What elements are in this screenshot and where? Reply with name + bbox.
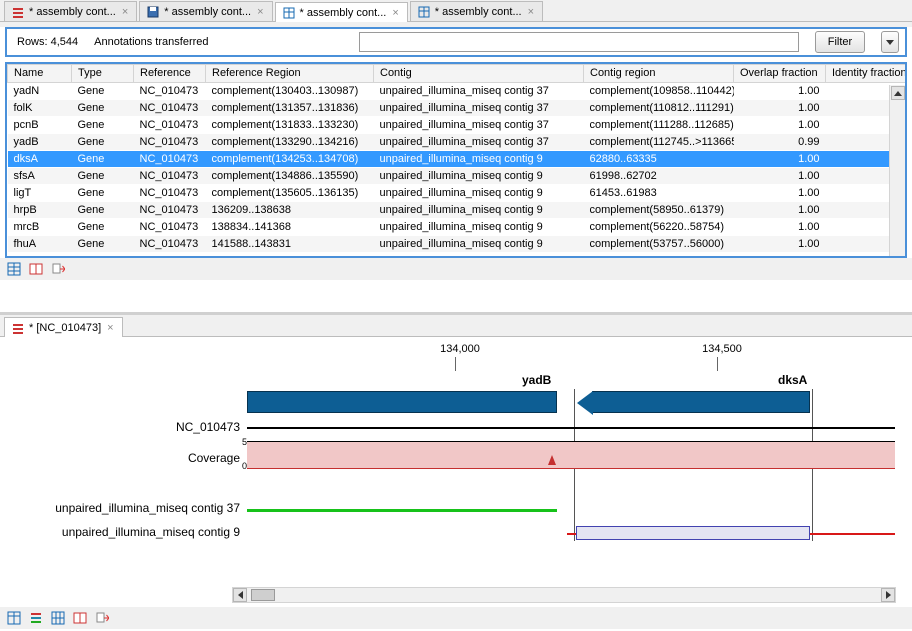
close-icon[interactable]: × xyxy=(526,6,536,18)
gene-label-yadb: yadB xyxy=(522,373,551,387)
table-icon xyxy=(282,6,296,20)
save-icon xyxy=(146,5,160,19)
column-header[interactable]: Reference xyxy=(134,65,206,83)
column-header[interactable]: Overlap fraction xyxy=(734,65,826,83)
column-header[interactable]: Contig region xyxy=(584,65,734,83)
vertical-scrollbar[interactable] xyxy=(889,85,905,256)
table-row[interactable]: mrcBGeneNC_010473138834..141368unpaired_… xyxy=(8,219,908,236)
reference-label: NC_010473 xyxy=(12,420,240,434)
table-row[interactable]: yadNGeneNC_010473complement(130403..1309… xyxy=(8,83,908,100)
gene-arrow-yadb[interactable] xyxy=(247,391,557,413)
rows-count-label: Rows: 4,544 xyxy=(17,36,78,48)
tab-assembly-3[interactable]: * assembly cont... × xyxy=(410,1,543,21)
scroll-right-icon[interactable] xyxy=(881,588,895,602)
column-header[interactable]: Reference Region xyxy=(206,65,374,83)
bottom-pane: * [NC_010473] × 134,000 134,500 yadB dks… xyxy=(0,315,912,631)
coverage-track[interactable] xyxy=(247,441,895,469)
tab-assembly-2[interactable]: * assembly cont...× xyxy=(275,2,408,22)
tab-label: * assembly cont... xyxy=(29,6,116,18)
results-table: NameTypeReferenceReference RegionContigC… xyxy=(5,62,907,258)
align-icon xyxy=(11,5,25,19)
table-row[interactable]: fhuAGeneNC_010473141588..143831unpaired_… xyxy=(8,236,908,253)
horizontal-scrollbar[interactable] xyxy=(232,587,896,603)
table-icon xyxy=(417,5,431,19)
contig37-track[interactable] xyxy=(247,509,557,512)
coverage-label: Coverage xyxy=(12,451,240,465)
tab-label: * assembly cont... xyxy=(435,6,522,18)
scroll-thumb[interactable] xyxy=(251,589,275,601)
table-view-icon[interactable] xyxy=(6,261,22,277)
controls-row: Rows: 4,544 Annotations transferred Filt… xyxy=(5,27,907,57)
table-row[interactable]: folKGeneNC_010473complement(131357..1318… xyxy=(8,100,908,117)
ruler-tick: 134,000 xyxy=(430,343,490,355)
export-icon[interactable] xyxy=(94,610,110,626)
table-row[interactable]: pcnBGeneNC_010473complement(131833..1332… xyxy=(8,117,908,134)
gene-arrow-dksa[interactable] xyxy=(592,391,810,413)
close-icon[interactable]: × xyxy=(255,6,265,18)
column-header[interactable]: Name xyxy=(8,65,72,83)
table-view-icon[interactable] xyxy=(6,610,22,626)
bottom-tabstrip: * [NC_010473] × xyxy=(0,315,912,337)
book-icon[interactable] xyxy=(72,610,88,626)
top-toolstrip xyxy=(0,258,912,280)
close-icon[interactable]: × xyxy=(390,7,400,19)
table-row[interactable]: hrpBGeneNC_010473136209..138638unpaired_… xyxy=(8,202,908,219)
table-row[interactable]: ligTGeneNC_010473complement(135605..1361… xyxy=(8,185,908,202)
track-view-icon[interactable] xyxy=(28,610,44,626)
grid-view-icon[interactable] xyxy=(50,610,66,626)
coverage-spike xyxy=(548,455,556,465)
contig9-aligned-region[interactable] xyxy=(576,526,810,540)
table-row[interactable]: sfsAGeneNC_010473complement(134886..1355… xyxy=(8,168,908,185)
ruler-tick: 134,500 xyxy=(692,343,752,355)
table-row[interactable]: dksAGeneNC_010473complement(134253..1347… xyxy=(8,151,908,168)
tab-assembly-0[interactable]: * assembly cont... × xyxy=(4,1,137,21)
filter-button[interactable]: Filter xyxy=(815,31,865,53)
tab-label: * assembly cont... xyxy=(300,7,387,19)
tab-nc010473[interactable]: * [NC_010473] × xyxy=(4,317,123,337)
tab-label: * [NC_010473] xyxy=(29,322,101,334)
export-icon[interactable] xyxy=(50,261,66,277)
tab-assembly-1[interactable]: * assembly cont... × xyxy=(139,1,272,21)
tab-label: * assembly cont... xyxy=(164,6,251,18)
top-pane: Rows: 4,544 Annotations transferred Filt… xyxy=(0,27,912,315)
filter-input[interactable] xyxy=(359,32,799,52)
contig9-label: unpaired_illumina_miseq contig 9 xyxy=(12,525,240,539)
contig37-label: unpaired_illumina_miseq contig 37 xyxy=(12,501,240,515)
column-header[interactable]: Identity fraction xyxy=(826,65,908,83)
genome-viewer[interactable]: 134,000 134,500 yadB dksA NC_010473 Cove… xyxy=(12,343,900,583)
table-row[interactable]: fhuCGeneNC_010473143882..144679unpaired_… xyxy=(8,253,908,259)
scroll-left-icon[interactable] xyxy=(233,588,247,602)
filter-dropdown-button[interactable] xyxy=(881,31,899,53)
status-label: Annotations transferred xyxy=(94,36,208,48)
column-header[interactable]: Type xyxy=(72,65,134,83)
reference-axis xyxy=(247,427,895,429)
scroll-up-icon[interactable] xyxy=(891,86,905,100)
top-tabstrip: * assembly cont...×* assembly cont...×* … xyxy=(0,0,912,22)
close-icon[interactable]: × xyxy=(105,322,115,334)
table-row[interactable]: yadBGeneNC_010473complement(133290..1342… xyxy=(8,134,908,151)
gene-label-dksa: dksA xyxy=(778,373,807,387)
book-icon[interactable] xyxy=(28,261,44,277)
align-icon xyxy=(11,321,25,335)
bottom-toolstrip xyxy=(0,607,912,629)
close-icon[interactable]: × xyxy=(120,6,130,18)
column-header[interactable]: Contig xyxy=(374,65,584,83)
